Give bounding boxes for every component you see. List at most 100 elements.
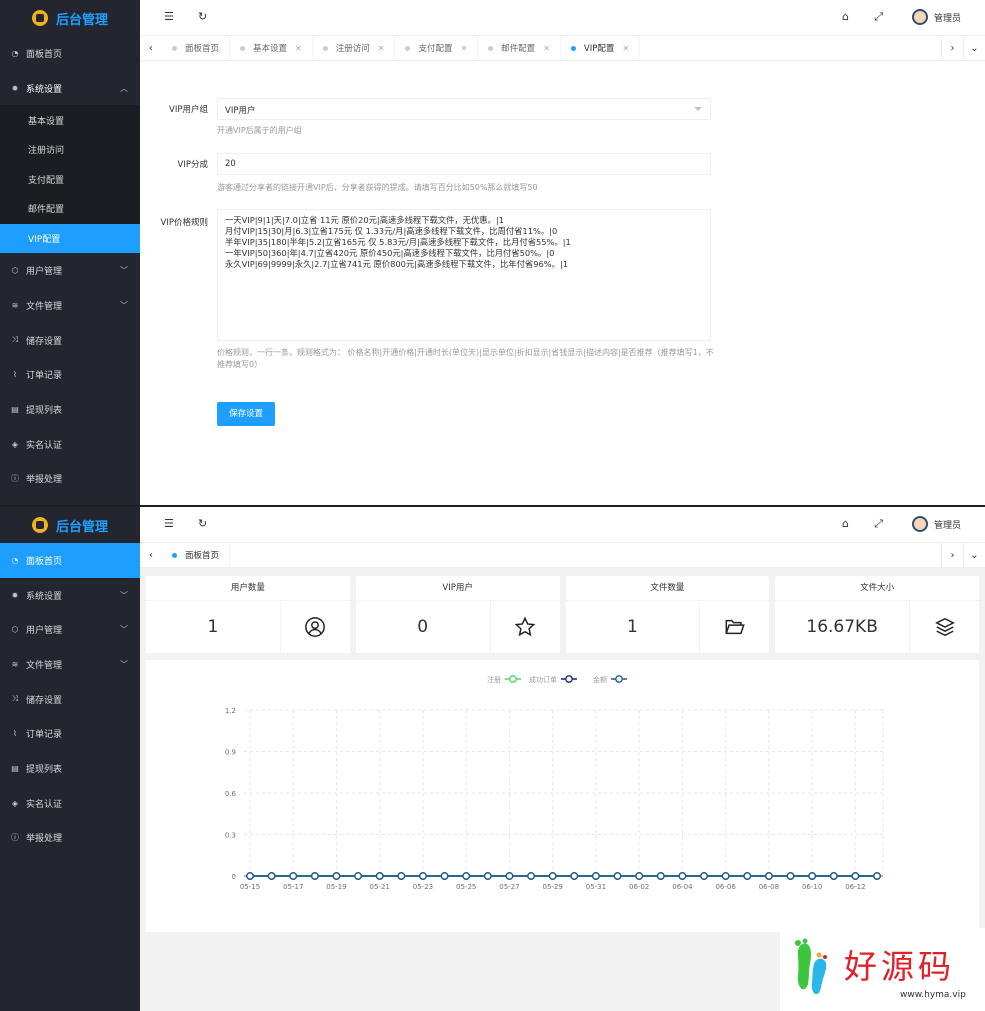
tab-label: 注册访问 xyxy=(335,44,370,54)
x-tick-label: 05-27 xyxy=(499,883,519,891)
data-point xyxy=(700,872,708,880)
tab-1[interactable]: 面板首页 xyxy=(162,36,231,60)
tab-5[interactable]: 邮件配置 ✕ xyxy=(478,36,561,60)
vip-rules-textarea[interactable]: 一天VIP|9|1|天|7.0|立省 11元 原价20元|高速多线程下载文件，无… xyxy=(217,209,711,341)
tab-2[interactable]: 基本设置 ✕ xyxy=(230,36,313,60)
sidebar-item-2[interactable]: ✹ 系统设置 ﹀ xyxy=(0,578,140,613)
home-icon[interactable]: ⌂ xyxy=(842,517,849,530)
data-point xyxy=(354,872,362,880)
user-menu[interactable]: 管理员 xyxy=(911,9,961,25)
x-tick-label: 06-10 xyxy=(802,883,822,891)
refresh-icon[interactable]: ↻ xyxy=(198,10,207,23)
refresh-icon[interactable]: ↻ xyxy=(198,517,207,530)
logo-icon xyxy=(32,517,48,533)
sidebar-item-label: 举报处理 xyxy=(26,475,63,486)
tabs-bar: ‹ 面板首页 基本设置 ✕ 注册访问 ✕ 支付配置 ✕ 邮件配置 ✕ VIP配置 ✕ › ⌄ xyxy=(140,35,985,61)
stats-chart: 0 0.3 0.6 0.9 1.2 05-15 05-17 05-19 05-21 05-23 05… xyxy=(146,660,979,932)
x-tick-label: 05-15 xyxy=(240,883,260,891)
tab-1[interactable]: 面板首页 xyxy=(162,543,231,567)
sidebar-item-label: 系统设置 xyxy=(26,591,63,602)
data-point xyxy=(483,872,492,880)
sidebar-item-3[interactable]: ⬡ 用户管理 ﹀ xyxy=(0,253,140,288)
layers-icon: ≋ xyxy=(11,659,19,669)
data-point xyxy=(635,872,644,880)
submenu-item-5[interactable]: VIP配置 xyxy=(0,223,140,254)
sidebar-item-label: 文件管理 xyxy=(26,301,63,312)
sidebar-item-2[interactable]: ✹ 系统设置 ︿ xyxy=(0,71,140,106)
chart-icon: ⌇ xyxy=(13,729,17,739)
x-tick-label: 05-17 xyxy=(283,883,303,891)
tabs-next-icon[interactable]: › xyxy=(941,35,963,61)
vip-group-value: VIP用户 xyxy=(225,106,256,116)
chevron-down-icon: ﹀ xyxy=(120,266,128,276)
chevron-down-icon xyxy=(694,107,702,111)
sidebar-item-6[interactable]: ⌇ 订单记录 xyxy=(0,357,140,392)
sidebar-item-4[interactable]: ≋ 文件管理 ﹀ xyxy=(0,647,140,682)
submenu-item-3[interactable]: 支付配置 xyxy=(0,165,140,195)
tabs-next-icon[interactable]: › xyxy=(941,542,963,568)
close-icon[interactable]: ✕ xyxy=(543,44,550,53)
cube-icon: ⬡ xyxy=(11,625,19,635)
close-icon[interactable]: ✕ xyxy=(460,44,467,53)
submenu-item-4[interactable]: 邮件配置 xyxy=(0,194,140,224)
fullscreen-icon[interactable]: ⤢ xyxy=(874,10,883,24)
sidebar-item-8[interactable]: ◈ 实名认证 xyxy=(0,786,140,821)
chevron-down-icon: ﹀ xyxy=(120,300,128,310)
data-point xyxy=(786,872,795,880)
sidebar-item-7[interactable]: ▤ 提现列表 xyxy=(0,751,140,786)
menu-toggle-icon[interactable]: ☰ xyxy=(164,517,174,530)
tab-3[interactable]: 注册访问 ✕ xyxy=(313,36,396,60)
sidebar-item-8[interactable]: ◈ 实名认证 xyxy=(0,427,140,462)
tabs-controls: › ⌄ xyxy=(941,35,985,61)
tabs-menu-chevron-down-icon[interactable]: ⌄ xyxy=(963,542,985,568)
sidebar-item-3[interactable]: ⬡ 用户管理 ﹀ xyxy=(0,612,140,647)
tab-6[interactable]: VIP配置 ✕ xyxy=(561,36,641,60)
sidebar-item-5[interactable]: ⤨ 储存设置 xyxy=(0,682,140,717)
legend-label: 成功订单 xyxy=(529,675,557,684)
sidebar-nav: ◔ 面板首页 ✹ 系统设置 ﹀ ⬡ 用户管理 ﹀ ≋ 文件管理 ﹀ ⤨ 储存设置 ⌇ 订单记录 ▤ 提现列表 ◈ 实… xyxy=(0,543,140,855)
vip-share-input[interactable]: 20 xyxy=(217,153,711,175)
sidebar-item-6[interactable]: ⌇ 订单记录 xyxy=(0,716,140,751)
fullscreen-icon[interactable]: ⤢ xyxy=(874,517,883,531)
tab-4[interactable]: 支付配置 ✕ xyxy=(395,36,479,60)
data-point xyxy=(808,872,816,880)
stat-value: 0 xyxy=(417,616,429,637)
tab-dot-icon xyxy=(322,45,328,51)
close-icon[interactable]: ✕ xyxy=(622,44,629,53)
close-icon[interactable]: ✕ xyxy=(378,44,385,53)
legend-label: 金额 xyxy=(593,675,607,684)
tabs-prev-icon[interactable]: ‹ xyxy=(140,43,162,54)
user-menu[interactable]: 管理员 xyxy=(911,516,961,532)
sidebar-item-4[interactable]: ≋ 文件管理 ﹀ xyxy=(0,288,140,323)
sidebar-item-5[interactable]: ⤨ 储存设置 xyxy=(0,323,140,358)
sidebar-item-label: 储存设置 xyxy=(26,695,63,706)
tabs-prev-icon[interactable]: ‹ xyxy=(140,550,162,561)
sidebar-item-1[interactable]: ◔ 面板首页 xyxy=(0,36,140,71)
x-tick-label: 05-21 xyxy=(370,883,390,891)
menu-toggle-icon[interactable]: ☰ xyxy=(164,10,174,23)
sidebar-item-label: 系统设置 xyxy=(26,84,63,95)
submenu-item-2[interactable]: 注册访问 xyxy=(0,135,140,165)
submenu-item-1[interactable]: 基本设置 xyxy=(0,105,140,135)
data-point xyxy=(570,872,579,880)
y-tick-label: 0 xyxy=(232,873,236,881)
save-button[interactable]: 保存设置 xyxy=(217,402,275,426)
data-point xyxy=(548,872,557,880)
gear-icon: ✹ xyxy=(11,83,19,93)
topbar: ☰ ↻ ⌂ ⤢ 管理员 xyxy=(140,0,985,36)
vip-group-select[interactable]: VIP用户 xyxy=(217,98,711,120)
sidebar-item-9[interactable]: ⓘ 举报处理 xyxy=(0,821,140,856)
sidebar-item-label: 储存设置 xyxy=(26,336,63,347)
sidebar-item-7[interactable]: ▤ 提现列表 xyxy=(0,392,140,427)
data-point xyxy=(592,872,600,880)
sidebar-item-label: 举报处理 xyxy=(26,834,63,845)
sidebar-item-1[interactable]: ◔ 面板首页 xyxy=(0,543,140,578)
tabs-menu-chevron-down-icon[interactable]: ⌄ xyxy=(963,35,985,61)
legend-marker xyxy=(509,675,517,683)
home-icon[interactable]: ⌂ xyxy=(842,10,849,23)
close-icon[interactable]: ✕ xyxy=(295,44,302,53)
app-logo[interactable]: 后台管理 xyxy=(0,507,140,543)
sidebar-item-label: 文件管理 xyxy=(26,660,63,671)
sidebar-item-9[interactable]: ⓘ 举报处理 xyxy=(0,461,140,496)
app-logo[interactable]: 后台管理 xyxy=(0,0,140,36)
